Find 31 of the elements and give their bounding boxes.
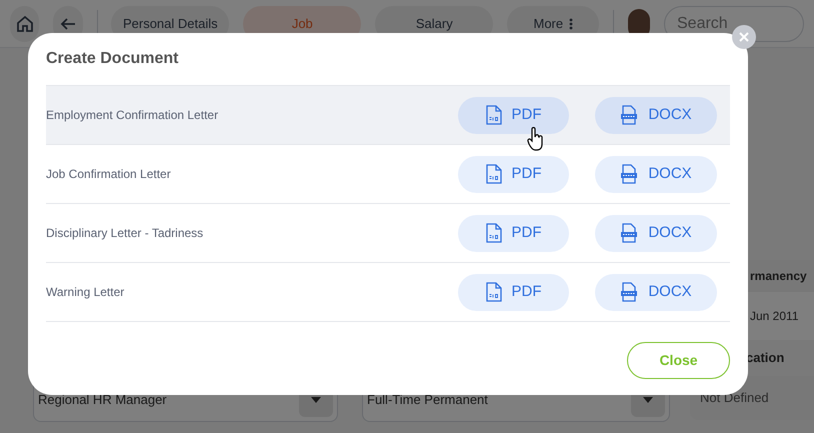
document-name: Job Confirmation Letter bbox=[46, 166, 172, 183]
download-button[interactable]: DOCX bbox=[595, 96, 717, 134]
download-button[interactable]: PDF bbox=[458, 274, 569, 310]
pointer-cursor-icon bbox=[527, 127, 545, 151]
dialog-title: Create Document bbox=[46, 49, 180, 69]
document-name: Warning Letter bbox=[46, 284, 126, 301]
close-button[interactable]: Close bbox=[627, 342, 730, 379]
download-button[interactable]: PDF bbox=[458, 156, 569, 192]
pdf-file-icon bbox=[486, 164, 502, 184]
docx-file-icon bbox=[620, 282, 638, 302]
download-button[interactable]: DOCX bbox=[595, 274, 717, 310]
download-button[interactable]: PDF bbox=[458, 96, 569, 134]
close-icon bbox=[739, 32, 749, 42]
docx-file-icon bbox=[620, 164, 638, 184]
pdf-file-icon bbox=[486, 223, 502, 243]
document-name: Employment Confirmation Letter bbox=[46, 107, 220, 124]
pdf-file-icon bbox=[486, 282, 502, 302]
docx-file-icon bbox=[620, 223, 638, 243]
home-button[interactable] bbox=[10, 6, 40, 42]
home-icon bbox=[14, 14, 35, 34]
document-row[interactable]: Employment Confirmation Letter PDF DOCX bbox=[46, 86, 730, 145]
caret-icon bbox=[643, 397, 653, 403]
pdf-file-icon bbox=[486, 105, 502, 125]
caret-icon bbox=[311, 397, 321, 403]
back-arrow-icon bbox=[60, 16, 76, 30]
download-button[interactable]: PDF bbox=[458, 214, 569, 252]
download-button[interactable]: DOCX bbox=[595, 156, 717, 192]
download-button[interactable]: DOCX bbox=[595, 214, 717, 252]
more-vertical-icon bbox=[569, 18, 574, 30]
document-name: Disciplinary Letter - Tadriness bbox=[46, 225, 204, 242]
docx-file-icon bbox=[620, 105, 638, 125]
